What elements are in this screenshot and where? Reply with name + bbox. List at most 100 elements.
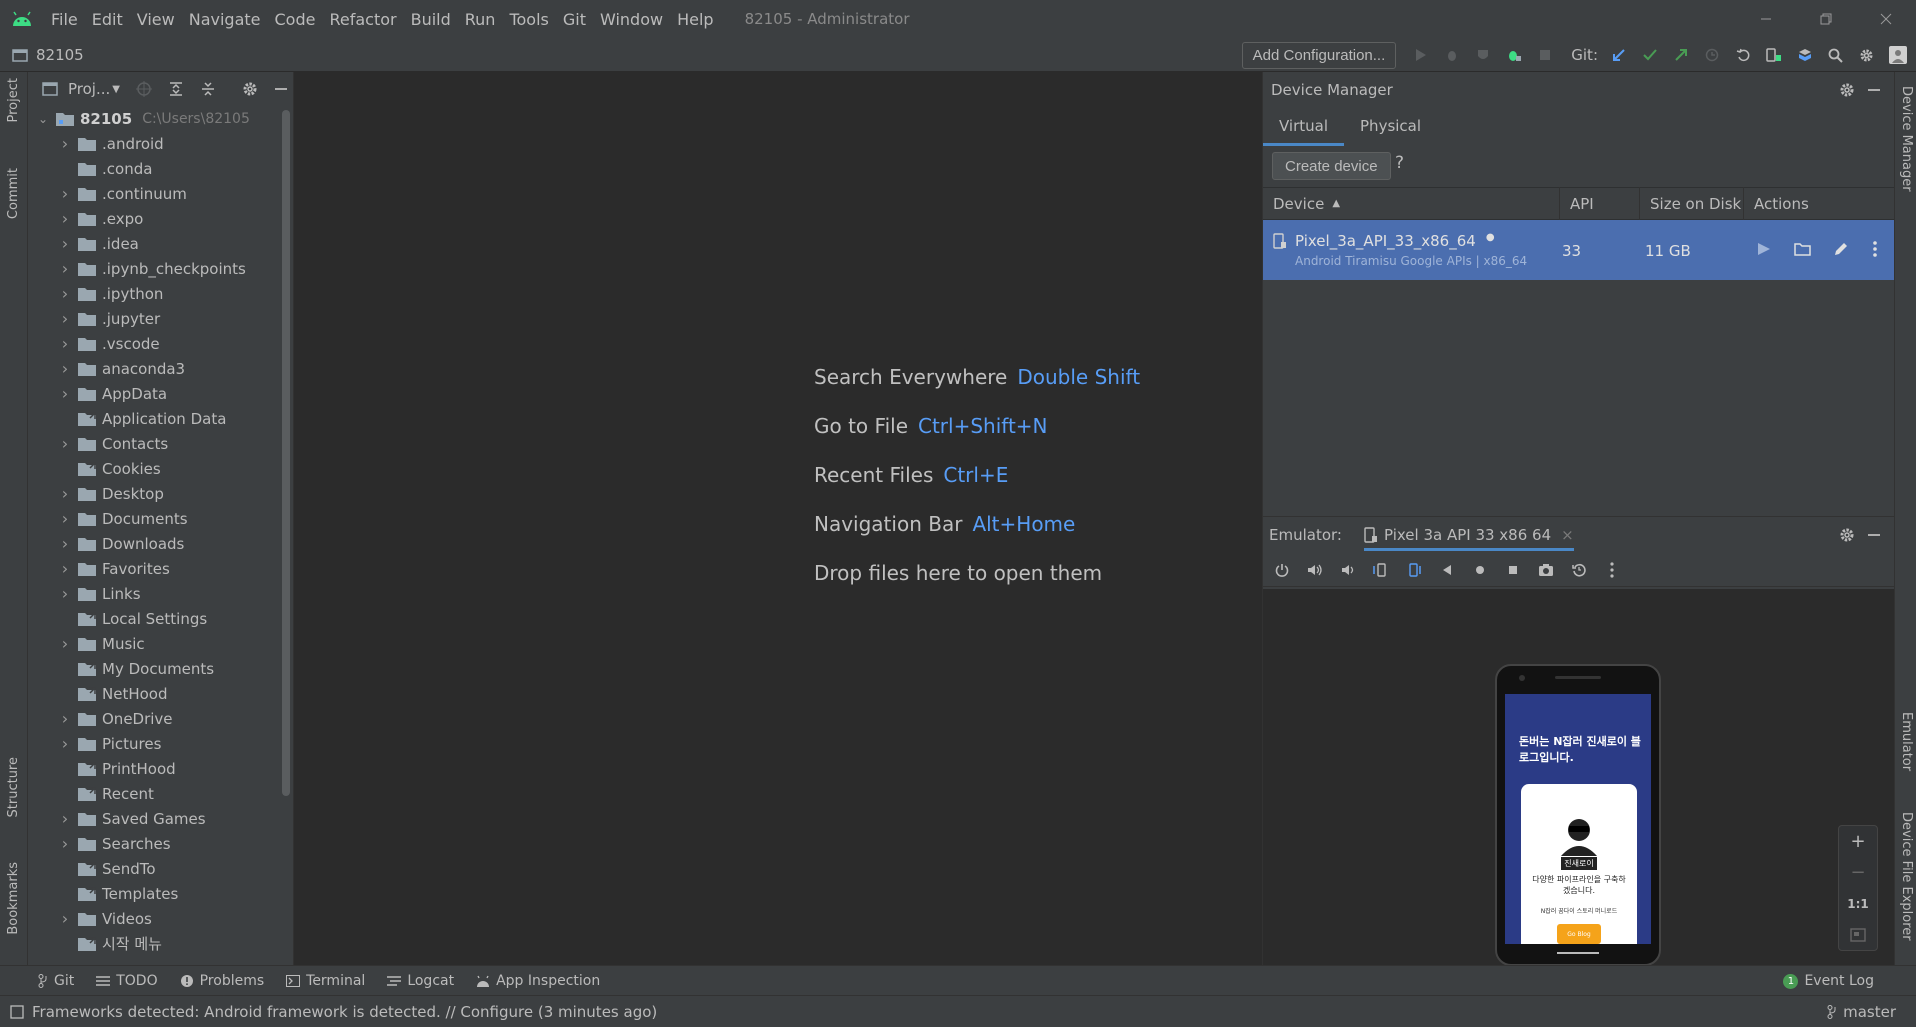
device-row[interactable]: Pixel_3a_API_33_x86_64 ● Android Tiramisu…: [1263, 220, 1895, 280]
tree-item[interactable]: PrintHood: [58, 756, 176, 781]
minimize-icon[interactable]: [1736, 0, 1796, 38]
chevron-right-icon[interactable]: ›: [58, 284, 72, 303]
tree-scrollbar[interactable]: [282, 110, 290, 796]
add-configuration-button[interactable]: Add Configuration...: [1241, 41, 1397, 69]
screenshot-camera-icon[interactable]: [1533, 557, 1559, 583]
column-device[interactable]: Device ▲: [1263, 187, 1560, 220]
chevron-right-icon[interactable]: ›: [58, 259, 72, 278]
settings-gear-icon[interactable]: [242, 81, 258, 97]
coverage-icon[interactable]: [1468, 41, 1497, 69]
project-view-selector[interactable]: Proj...: [68, 80, 110, 98]
chevron-right-icon[interactable]: ›: [58, 509, 72, 528]
tree-item[interactable]: › .idea: [58, 231, 139, 256]
edit-pencil-icon[interactable]: [1833, 241, 1849, 257]
restore-icon[interactable]: [1796, 0, 1856, 38]
menu-refactor[interactable]: Refactor: [322, 10, 403, 29]
tab-bookmarks[interactable]: Bookmarks: [6, 862, 21, 935]
tool-todo[interactable]: TODO: [96, 973, 158, 989]
tree-item[interactable]: SendTo: [58, 856, 156, 881]
tab-device-file-explorer[interactable]: Device File Explorer: [1899, 812, 1914, 941]
tree-item[interactable]: › Desktop: [58, 481, 164, 506]
menu-code[interactable]: Code: [268, 10, 323, 29]
chevron-right-icon[interactable]: ›: [58, 534, 72, 553]
tree-item[interactable]: › Downloads: [58, 531, 185, 556]
tab-device-manager[interactable]: Device Manager: [1899, 86, 1914, 192]
column-size[interactable]: Size on Disk: [1640, 187, 1744, 220]
tree-item[interactable]: › .ipython: [58, 281, 164, 306]
chevron-right-icon[interactable]: ›: [58, 134, 72, 153]
git-history-icon[interactable]: [1697, 41, 1726, 69]
go-blog-button[interactable]: Go Blog: [1557, 924, 1601, 944]
tree-root[interactable]: ⌄ 82105 C:\Users\82105: [36, 106, 250, 131]
menu-help[interactable]: Help: [670, 10, 720, 29]
tree-item[interactable]: › Links: [58, 581, 141, 606]
tree-item[interactable]: › AppData: [58, 381, 167, 406]
tool-logcat[interactable]: Logcat: [387, 973, 454, 989]
chevron-right-icon[interactable]: ›: [58, 484, 72, 503]
tree-item[interactable]: › .ipynb_checkpoints: [58, 256, 246, 281]
menu-window[interactable]: Window: [593, 10, 670, 29]
more-vertical-icon[interactable]: [1599, 557, 1625, 583]
settings-gear-icon[interactable]: [1839, 82, 1855, 98]
home-icon[interactable]: [1467, 557, 1493, 583]
chevron-right-icon[interactable]: ›: [58, 434, 72, 453]
emulator-device-tab[interactable]: Pixel 3a API 33 x86 64 ×: [1363, 519, 1574, 551]
menu-file[interactable]: File: [44, 10, 85, 29]
tree-item[interactable]: Application Data: [58, 406, 226, 431]
toggle-tool-windows-icon[interactable]: [10, 1004, 24, 1019]
tree-item[interactable]: › .continuum: [58, 181, 187, 206]
menu-tools[interactable]: Tools: [502, 10, 555, 29]
event-log-button[interactable]: 1 Event Log: [1783, 966, 1874, 996]
debug-icon[interactable]: [1437, 41, 1466, 69]
tree-item[interactable]: › Searches: [58, 831, 171, 856]
column-api[interactable]: API: [1560, 187, 1640, 220]
tree-item[interactable]: › Videos: [58, 906, 152, 931]
launch-play-icon[interactable]: [1757, 242, 1771, 256]
tree-item[interactable]: My Documents: [58, 656, 214, 681]
tree-item[interactable]: › .jupyter: [58, 306, 160, 331]
tree-item[interactable]: › Contacts: [58, 431, 168, 456]
chevron-right-icon[interactable]: ›: [58, 834, 72, 853]
chevron-right-icon[interactable]: ›: [58, 734, 72, 753]
chevron-right-icon[interactable]: ›: [58, 584, 72, 603]
sdk-manager-icon[interactable]: [1790, 41, 1819, 69]
tree-item[interactable]: 시작 메뉴: [58, 931, 162, 956]
menu-navigate[interactable]: Navigate: [182, 10, 268, 29]
zoom-fit-icon[interactable]: [1839, 919, 1877, 950]
phone-screen[interactable]: 돈버는 N잡러 진새로이 블로그입니다. 진새로이 다양한 파이프라인을 구축하…: [1505, 694, 1651, 944]
tree-item[interactable]: Recent: [58, 781, 154, 806]
rotate-left-icon[interactable]: [1368, 557, 1394, 583]
overview-icon[interactable]: [1500, 557, 1526, 583]
user-avatar-icon[interactable]: [1883, 41, 1912, 69]
chevron-right-icon[interactable]: ›: [58, 209, 72, 228]
tree-item[interactable]: Local Settings: [58, 606, 207, 631]
tree-item[interactable]: › Documents: [58, 506, 188, 531]
chevron-right-icon[interactable]: ›: [58, 634, 72, 653]
tab-emulator[interactable]: Emulator: [1899, 712, 1914, 771]
close-icon[interactable]: [1856, 0, 1916, 38]
chevron-right-icon[interactable]: ›: [58, 809, 72, 828]
git-push-icon[interactable]: [1666, 41, 1695, 69]
tree-item[interactable]: › Favorites: [58, 556, 170, 581]
tab-project[interactable]: Project: [6, 78, 21, 122]
chevron-down-icon[interactable]: ▼: [112, 84, 120, 95]
volume-up-icon[interactable]: [1302, 557, 1328, 583]
chevron-right-icon[interactable]: ›: [58, 309, 72, 328]
expand-all-icon[interactable]: [168, 81, 184, 97]
breadcrumb-project[interactable]: 82105: [36, 46, 84, 64]
tab-commit[interactable]: Commit: [6, 168, 21, 219]
breadcrumb[interactable]: 82105: [12, 46, 84, 64]
git-branch-widget[interactable]: master: [1827, 996, 1896, 1027]
attach-debugger-icon[interactable]: [1499, 41, 1528, 69]
zoom-in-button[interactable]: +: [1839, 826, 1877, 857]
close-tab-icon[interactable]: ×: [1561, 526, 1574, 544]
tree-item[interactable]: › .expo: [58, 206, 144, 231]
emulator-display[interactable]: 돈버는 N잡러 진새로이 블로그입니다. 진새로이 다양한 파이프라인을 구축하…: [1263, 589, 1895, 966]
tree-item[interactable]: .conda: [58, 156, 152, 181]
rotate-right-icon[interactable]: [1401, 557, 1427, 583]
create-device-button[interactable]: Create device: [1272, 152, 1391, 180]
git-rollback-icon[interactable]: [1728, 41, 1757, 69]
editor-empty-area[interactable]: Search Everywhere Double Shift Go to File…: [295, 72, 1261, 965]
status-message[interactable]: Frameworks detected: Android framework i…: [32, 1003, 657, 1021]
git-update-icon[interactable]: [1604, 41, 1633, 69]
